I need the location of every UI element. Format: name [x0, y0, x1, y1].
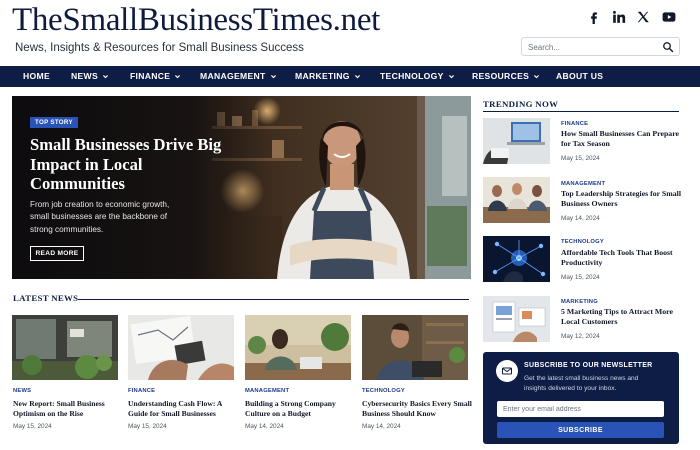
card-title[interactable]: New Report: Small Business Optimism on t…: [13, 399, 125, 420]
trending-image[interactable]: [483, 118, 550, 164]
trending-date: May 15, 2024: [561, 274, 600, 281]
nav-item-label: FINANCE: [130, 71, 171, 81]
news-card-image[interactable]: [245, 315, 351, 380]
hero-description: From job creation to economic growth, sm…: [30, 200, 170, 234]
trending-category[interactable]: MARKETING: [561, 299, 598, 305]
nav-item-label: ABOUT US: [556, 71, 604, 81]
nav-item-marketing[interactable]: MARKETING: [295, 66, 361, 87]
trending-date: May 14, 2024: [561, 215, 600, 222]
search-icon[interactable]: [662, 41, 674, 53]
read-more-button[interactable]: READ MORE: [30, 246, 84, 261]
trending-image[interactable]: [483, 236, 550, 282]
newsletter-title: SUBSCRIBE TO OUR NEWSLETTER: [524, 362, 653, 369]
top-story-badge: TOP STORY: [30, 117, 78, 128]
nav-item-label: MARKETING: [295, 71, 350, 81]
nav-item-label: RESOURCES: [472, 71, 530, 81]
news-card-image[interactable]: [362, 315, 468, 380]
nav-item-finance[interactable]: FINANCE: [130, 66, 181, 87]
facebook-icon[interactable]: [585, 8, 603, 26]
card-category[interactable]: MANAGEMENT: [245, 388, 289, 394]
trending-date: May 12, 2024: [561, 333, 600, 340]
card-category[interactable]: TECHNOLOGY: [362, 388, 405, 394]
news-card-image[interactable]: [128, 315, 234, 380]
chevron-down-icon: [354, 75, 360, 79]
trending-now-heading: TRENDING NOW: [483, 99, 559, 109]
nav-item-home[interactable]: HOME: [23, 66, 50, 87]
hero-title[interactable]: Small Businesses Drive Big Impact in Loc…: [30, 135, 230, 194]
chevron-down-icon: [270, 75, 276, 79]
card-category[interactable]: FINANCE: [128, 388, 155, 394]
nav-item-management[interactable]: MANAGEMENT: [200, 66, 277, 87]
mail-icon: [496, 360, 518, 382]
site-title[interactable]: TheSmallBusinessTimes.net: [12, 2, 380, 39]
nav-item-label: TECHNOLOGY: [380, 71, 444, 81]
linkedin-icon[interactable]: [610, 8, 628, 26]
nav-item-label: MANAGEMENT: [200, 71, 266, 81]
nav-item-about-us[interactable]: ABOUT US: [556, 66, 603, 87]
card-category[interactable]: NEWS: [13, 388, 31, 394]
x-icon[interactable]: [634, 8, 652, 26]
nav-item-label: HOME: [23, 71, 50, 81]
site-tagline: News, Insights & Resources for Small Bus…: [15, 42, 304, 54]
nav-item-resources[interactable]: RESOURCES: [472, 66, 540, 87]
trending-category[interactable]: TECHNOLOGY: [561, 239, 604, 245]
main-nav: HOME NEWS FINANCE MANAGEMENT MARKETING T…: [0, 66, 700, 87]
trending-category[interactable]: FINANCE: [561, 121, 588, 127]
chevron-down-icon: [448, 75, 454, 79]
youtube-icon[interactable]: [659, 8, 679, 26]
card-date: May 14, 2024: [362, 423, 401, 430]
chevron-down-icon: [102, 75, 108, 79]
search-input[interactable]: [528, 40, 658, 54]
trending-image[interactable]: [483, 177, 550, 223]
nav-item-news[interactable]: NEWS: [71, 66, 109, 87]
nav-item-technology[interactable]: TECHNOLOGY: [380, 66, 455, 87]
email-field[interactable]: [497, 401, 664, 417]
section-divider: [78, 299, 469, 300]
section-divider: [483, 111, 679, 112]
card-title[interactable]: Understanding Cash Flow: A Guide for Sma…: [128, 399, 240, 420]
card-date: May 15, 2024: [13, 423, 52, 430]
newsletter-description: Get the latest small business news and i…: [524, 375, 639, 392]
trending-title[interactable]: Affordable Tech Tools That Boost Product…: [561, 248, 683, 269]
trending-date: May 15, 2024: [561, 155, 600, 162]
site-header: TheSmallBusinessTimes.net News, Insights…: [0, 0, 700, 66]
trending-image[interactable]: [483, 296, 550, 342]
subscribe-button[interactable]: SUBSCRIBE: [497, 422, 664, 438]
trending-title[interactable]: Top Leadership Strategies for Small Busi…: [561, 189, 683, 210]
chevron-down-icon: [175, 75, 181, 79]
trending-title[interactable]: 5 Marketing Tips to Attract More Local C…: [561, 307, 683, 328]
trending-category[interactable]: MANAGEMENT: [561, 181, 605, 187]
latest-news-heading: LATEST NEWS: [13, 293, 79, 303]
card-title[interactable]: Cybersecurity Basics Every Small Busines…: [362, 399, 474, 420]
chevron-down-icon: [534, 75, 540, 79]
card-title[interactable]: Building a Strong Company Culture on a B…: [245, 399, 357, 420]
search-box: [521, 37, 680, 56]
card-date: May 15, 2024: [128, 423, 167, 430]
news-card-image[interactable]: [12, 315, 118, 380]
hero-story[interactable]: TOP STORY Small Businesses Drive Big Imp…: [12, 96, 471, 279]
trending-title[interactable]: How Small Businesses Can Prepare for Tax…: [561, 129, 683, 150]
card-date: May 14, 2024: [245, 423, 284, 430]
newsletter-box: SUBSCRIBE TO OUR NEWSLETTER Get the late…: [483, 352, 679, 444]
nav-item-label: NEWS: [71, 71, 98, 81]
